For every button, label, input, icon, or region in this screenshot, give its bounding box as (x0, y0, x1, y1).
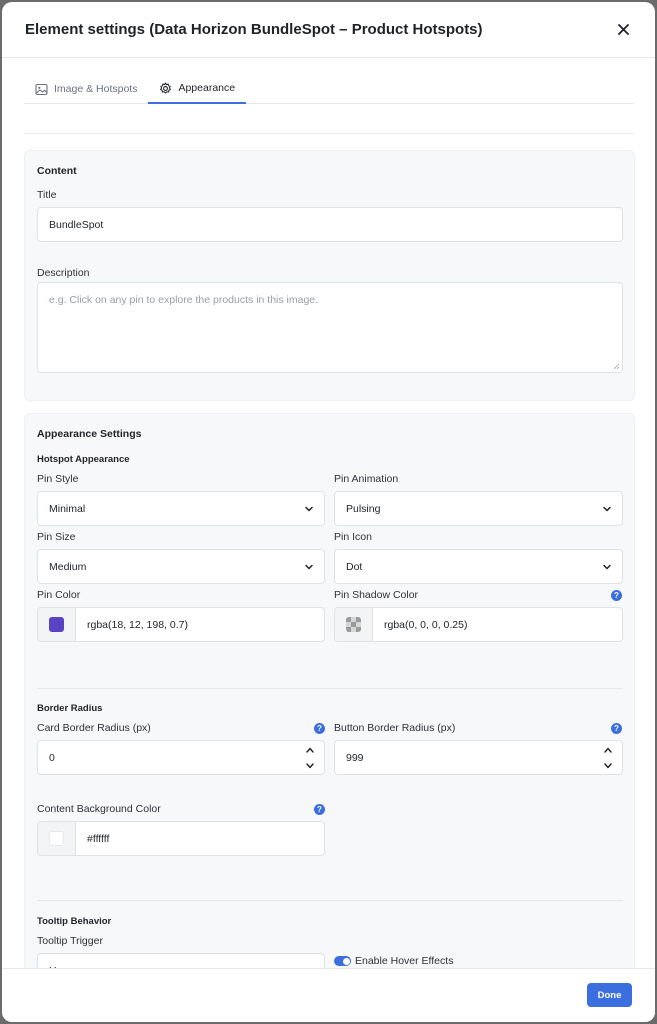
tab-appearance[interactable]: Appearance (148, 74, 247, 104)
hover-effects-label: Enable Hover Effects (355, 955, 454, 967)
button-radius-stepper[interactable] (603, 746, 613, 770)
card-radius-value: 0 (49, 751, 55, 764)
content-bg-picker[interactable] (38, 822, 76, 855)
content-bg-field[interactable]: #ffffff (37, 821, 325, 856)
appearance-heading: Appearance Settings (37, 428, 142, 440)
modal-header: Element settings (Data Horizon BundleSpo… (2, 2, 655, 58)
help-icon[interactable]: ? (314, 804, 325, 815)
content-section: Content Title BundleSpot Description e.g… (24, 150, 635, 401)
pin-shadow-value: rgba(0, 0, 0, 0.25) (384, 618, 468, 631)
help-icon[interactable]: ? (611, 723, 622, 734)
chevron-up-icon[interactable] (603, 746, 613, 754)
pin-color-label: Pin Color (37, 589, 81, 601)
chevron-down-icon (305, 564, 313, 570)
pin-size-label: Pin Size (37, 531, 76, 543)
tab-appearance-label: Appearance (178, 82, 236, 94)
button-radius-label: Button Border Radius (px) (334, 722, 456, 734)
element-settings-modal: Element settings (Data Horizon BundleSpo… (2, 2, 655, 1022)
card-radius-input[interactable]: 0 (37, 740, 325, 775)
pin-color-swatch (49, 617, 64, 632)
pin-style-value: Minimal (49, 502, 86, 515)
tab-image-hotspots-label: Image & Hotspots (54, 83, 138, 95)
chevron-down-icon (305, 506, 313, 512)
pin-animation-label: Pin Animation (334, 473, 399, 485)
content-bg-swatch (49, 831, 64, 846)
modal-footer: Done (2, 968, 655, 1022)
pin-size-select[interactable]: Medium (37, 549, 325, 584)
pin-shadow-field[interactable]: rgba(0, 0, 0, 0.25) (334, 607, 623, 642)
chevron-down-icon (603, 564, 611, 570)
resize-grip-icon[interactable] (613, 363, 620, 370)
description-textarea[interactable]: e.g. Click on any pin to explore the pro… (37, 282, 623, 373)
tab-image-hotspots[interactable]: Image & Hotspots (24, 74, 148, 104)
transparency-swatch (346, 617, 361, 632)
pin-icon-value: Dot (346, 560, 363, 573)
toggle-knob (342, 957, 350, 965)
border-radius-heading: Border Radius (37, 703, 103, 714)
title-input[interactable]: BundleSpot (37, 207, 623, 242)
section-divider (37, 900, 623, 901)
pin-shadow-picker[interactable] (335, 608, 373, 641)
tooltip-behavior-heading: Tooltip Behavior (37, 916, 112, 927)
modal-title: Element settings (Data Horizon BundleSpo… (25, 21, 483, 38)
chevron-down-icon[interactable] (603, 762, 613, 770)
tooltip-trigger-label: Tooltip Trigger (37, 935, 103, 947)
chevron-down-icon (603, 506, 611, 512)
hotspot-appearance-heading: Hotspot Appearance (37, 454, 130, 465)
description-label: Description (37, 267, 90, 279)
close-button[interactable] (613, 20, 633, 40)
help-icon[interactable]: ? (611, 590, 622, 601)
pin-style-label: Pin Style (37, 473, 79, 485)
hover-effects-toggle[interactable] (334, 956, 351, 966)
tab-content-divider (24, 133, 634, 134)
pin-icon-label: Pin Icon (334, 531, 372, 543)
pin-animation-select[interactable]: Pulsing (334, 491, 623, 526)
help-icon[interactable]: ? (314, 723, 325, 734)
close-icon (617, 24, 629, 35)
gear-icon (160, 82, 172, 93)
pin-color-picker[interactable] (38, 608, 76, 641)
pin-color-value: rgba(18, 12, 198, 0.7) (87, 618, 188, 631)
chevron-up-icon[interactable] (305, 746, 315, 754)
pin-style-select[interactable]: Minimal (37, 491, 325, 526)
content-heading: Content (37, 165, 77, 177)
pin-animation-value: Pulsing (346, 502, 381, 515)
pin-icon-select[interactable]: Dot (334, 549, 623, 584)
pin-size-value: Medium (49, 560, 87, 573)
image-icon (35, 83, 48, 95)
done-button[interactable]: Done (587, 983, 632, 1007)
button-radius-value: 999 (346, 751, 364, 764)
title-label: Title (37, 189, 57, 201)
title-input-value: BundleSpot (49, 218, 104, 231)
card-radius-label: Card Border Radius (px) (37, 722, 151, 734)
appearance-section: Appearance Settings Hotspot Appearance P… (24, 413, 635, 993)
section-divider (37, 688, 623, 689)
tab-bar: Image & Hotspots Appearance (24, 74, 634, 104)
pin-color-field[interactable]: rgba(18, 12, 198, 0.7) (37, 607, 325, 642)
content-bg-value: #ffffff (87, 832, 110, 845)
description-placeholder: e.g. Click on any pin to explore the pro… (49, 294, 319, 306)
button-radius-input[interactable]: 999 (334, 740, 623, 775)
pin-shadow-label: Pin Shadow Color (334, 589, 419, 601)
card-radius-stepper[interactable] (305, 746, 315, 770)
content-bg-label: Content Background Color (37, 803, 161, 815)
chevron-down-icon[interactable] (305, 762, 315, 770)
